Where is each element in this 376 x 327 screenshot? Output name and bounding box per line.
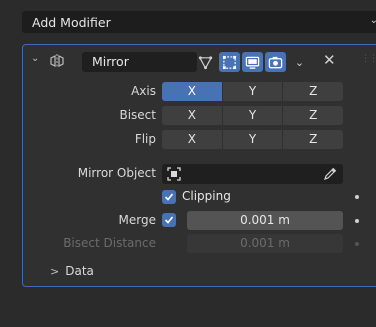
axis-y-toggle[interactable]: Y: [222, 82, 283, 101]
bisect-distance-field[interactable]: 0.001 m: [187, 234, 343, 253]
chevron-down-icon: ⌄: [294, 55, 305, 69]
on-cage-toggle[interactable]: [195, 52, 216, 72]
viewport-display-toggle[interactable]: [242, 52, 263, 72]
render-camera-icon: [268, 56, 283, 68]
add-modifier-dropdown[interactable]: Add Modifier ⌄: [22, 11, 376, 33]
edit-mode-toggle[interactable]: [219, 52, 240, 72]
flip-x-toggle[interactable]: X: [162, 130, 222, 149]
axis-label: Axis: [131, 84, 156, 98]
object-icon: [167, 167, 181, 181]
bisect-x-toggle[interactable]: X: [162, 106, 222, 125]
modifier-name-field[interactable]: Mirror: [82, 52, 197, 72]
bisect-toggle-group: X Y Z: [162, 106, 344, 125]
keyframe-dot-icon[interactable]: [355, 219, 359, 223]
mirror-object-label: Mirror Object: [77, 166, 156, 180]
chevron-down-icon: ⌄: [369, 15, 376, 26]
close-icon[interactable]: ✕: [323, 51, 336, 69]
merge-label: Merge: [118, 213, 156, 227]
axis-z-toggle[interactable]: Z: [283, 82, 344, 101]
bisect-y-toggle[interactable]: Y: [222, 106, 283, 125]
viewport-display-icon: [245, 56, 260, 69]
mirror-modifier-panel: ⌄ Mirror ⌄ ✕ ⋮⋮ Axis X Y Z Bisect X Y Z …: [22, 44, 376, 287]
checkmark-icon: [164, 193, 174, 201]
merge-distance-field[interactable]: 0.001 m: [187, 211, 343, 230]
clipping-checkbox[interactable]: [162, 190, 176, 204]
bisect-distance-label: Bisect Distance: [63, 236, 156, 250]
data-subpanel-label: Data: [65, 264, 94, 278]
modifier-header: ⌄ Mirror ⌄ ✕ ⋮⋮: [23, 45, 376, 76]
keyframe-dot-icon[interactable]: [355, 195, 359, 199]
edit-mode-icon: [222, 55, 237, 69]
collapse-chevron-icon[interactable]: ⌄: [31, 53, 39, 64]
flip-label: Flip: [134, 132, 156, 146]
eyedropper-icon[interactable]: [323, 167, 337, 181]
flip-y-toggle[interactable]: Y: [222, 130, 283, 149]
clipping-label: Clipping: [182, 189, 231, 203]
axis-x-toggle[interactable]: X: [162, 82, 222, 101]
mirror-modifier-icon: [50, 54, 64, 68]
keyframe-dot-icon[interactable]: [355, 242, 359, 246]
add-modifier-label: Add Modifier: [32, 14, 111, 30]
bisect-label: Bisect: [119, 108, 156, 122]
bisect-z-toggle[interactable]: Z: [283, 106, 344, 125]
render-toggle[interactable]: [265, 52, 286, 72]
flip-toggle-group: X Y Z: [162, 130, 344, 149]
checkmark-icon: [164, 216, 174, 224]
data-subpanel-header[interactable]: > Data: [50, 264, 94, 278]
merge-checkbox[interactable]: [162, 213, 176, 227]
on-cage-icon: [198, 55, 213, 69]
axis-toggle-group: X Y Z: [162, 82, 344, 101]
flip-z-toggle[interactable]: Z: [283, 130, 344, 149]
mirror-object-field[interactable]: [162, 164, 343, 184]
chevron-right-icon: >: [50, 265, 60, 278]
drag-handle-icon[interactable]: ⋮⋮⋮⋮: [361, 54, 376, 64]
modifier-menu-dropdown[interactable]: ⌄: [289, 52, 310, 72]
